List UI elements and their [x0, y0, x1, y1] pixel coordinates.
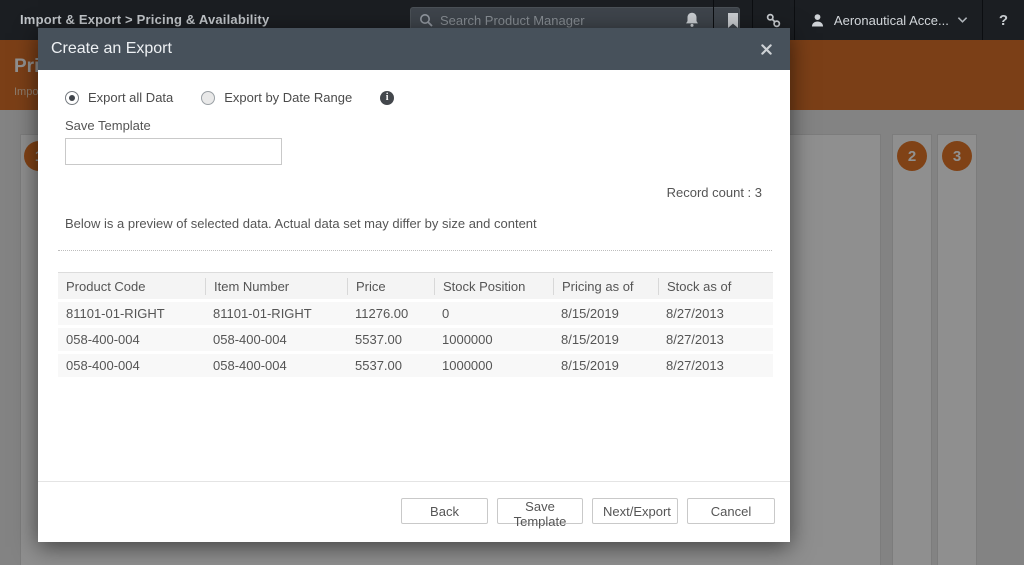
- cell: 0: [442, 306, 450, 321]
- radio-button-icon[interactable]: [201, 90, 216, 105]
- help-button[interactable]: ?: [983, 0, 1024, 40]
- column-header: Stock Position: [434, 277, 553, 295]
- search-icon: [419, 13, 433, 27]
- bookmark-icon: [726, 12, 740, 29]
- cell: 8/27/2013: [666, 306, 724, 321]
- divider: [58, 250, 772, 251]
- preview-note: Below is a preview of selected data. Act…: [65, 216, 537, 231]
- cell: 11276.00: [355, 306, 409, 321]
- cell: 8/15/2019: [561, 306, 619, 321]
- divider: [38, 481, 790, 482]
- save-template-label: Save Template: [65, 118, 151, 133]
- cell: 5537.00: [355, 332, 402, 347]
- column-header: Stock as of: [658, 277, 773, 295]
- cell: 058-400-004: [66, 358, 140, 373]
- info-icon[interactable]: [380, 90, 395, 105]
- cell: 8/27/2013: [666, 358, 724, 373]
- dialog-close-button[interactable]: [759, 42, 774, 57]
- cell: 81101-01-RIGHT: [213, 306, 312, 321]
- cell: 058-400-004: [66, 332, 140, 347]
- record-count: Record count : 3: [666, 185, 762, 200]
- cell: 8/27/2013: [666, 332, 724, 347]
- back-button[interactable]: Back: [401, 498, 488, 524]
- column-header: Price: [347, 277, 434, 295]
- cell: 81101-01-RIGHT: [66, 306, 165, 321]
- column-header: Item Number: [205, 277, 347, 295]
- dialog-body: Export all Data Export by Date Range Sav…: [38, 70, 790, 542]
- dialog-title: Create an Export: [51, 40, 172, 57]
- export-mode-group: Export all Data Export by Date Range: [65, 90, 395, 105]
- cell: 058-400-004: [213, 358, 287, 373]
- cancel-button[interactable]: Cancel: [687, 498, 775, 524]
- table-header-row: Product Code Item Number Price Stock Pos…: [58, 272, 773, 299]
- save-template-input[interactable]: [65, 138, 282, 165]
- chevron-down-icon: [957, 16, 968, 24]
- cell: 8/15/2019: [561, 358, 619, 373]
- radio-label: Export all Data: [88, 90, 174, 105]
- cell: 058-400-004: [213, 332, 287, 347]
- link-icon: [765, 12, 782, 29]
- table-row: 058-400-004 058-400-004 5537.00 1000000 …: [58, 354, 773, 377]
- radio-button-icon[interactable]: [65, 90, 79, 105]
- create-export-dialog: Create an Export Export all Data Export …: [38, 28, 790, 542]
- user-icon: [809, 12, 826, 29]
- cell: 1000000: [442, 358, 493, 373]
- table-row: 058-400-004 058-400-004 5537.00 1000000 …: [58, 328, 773, 351]
- dialog-footer: Back Save Template Next/Export Cancel: [401, 498, 775, 529]
- radio-export-by-date-range[interactable]: Export by Date Range: [201, 90, 352, 105]
- column-header: Product Code: [66, 278, 146, 294]
- close-icon: [761, 43, 772, 55]
- cell: 1000000: [442, 332, 493, 347]
- cell: 5537.00: [355, 358, 402, 373]
- bell-icon: [683, 11, 701, 29]
- table-row: 81101-01-RIGHT 81101-01-RIGHT 11276.00 0…: [58, 302, 773, 325]
- account-label: Aeronautical Acce...: [833, 12, 949, 28]
- account-menu[interactable]: Aeronautical Acce...: [795, 0, 982, 40]
- radio-label: Export by Date Range: [224, 90, 353, 105]
- preview-table: Product Code Item Number Price Stock Pos…: [58, 272, 773, 377]
- dialog-header: Create an Export: [38, 28, 790, 70]
- cell: 8/15/2019: [561, 332, 619, 347]
- save-template-button[interactable]: Save Template: [497, 498, 583, 529]
- column-header: Pricing as of: [553, 277, 658, 295]
- radio-export-all-data[interactable]: Export all Data: [65, 90, 173, 105]
- next-export-button[interactable]: Next/Export: [592, 498, 678, 524]
